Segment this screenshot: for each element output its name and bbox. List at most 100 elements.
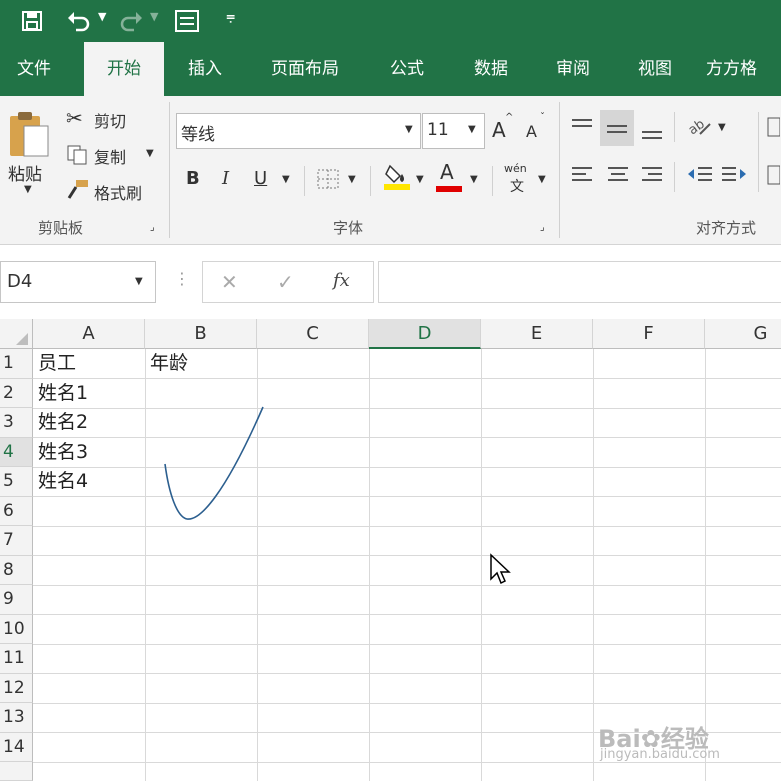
column-header-f[interactable]: F xyxy=(593,319,705,349)
align-middle-button[interactable] xyxy=(600,110,634,146)
insert-function-icon[interactable]: fx xyxy=(333,270,350,291)
column-header-e[interactable]: E xyxy=(481,319,593,349)
orientation-dropdown-icon[interactable]: ▼ xyxy=(718,122,726,133)
tab-insert[interactable]: 插入 xyxy=(172,42,238,96)
tab-review[interactable]: 审阅 xyxy=(540,42,606,96)
font-launcher-icon[interactable]: ⌟ xyxy=(540,222,545,233)
border-dropdown-icon[interactable]: ▼ xyxy=(348,174,356,185)
cancel-icon[interactable]: ✕ xyxy=(221,270,238,294)
italic-button[interactable]: I xyxy=(222,168,229,189)
font-name-select[interactable]: 等线 ▼ xyxy=(176,113,421,149)
name-box[interactable]: D4 ▼ xyxy=(0,261,156,303)
column-header-g[interactable]: G xyxy=(705,319,781,349)
shrink-font-icon[interactable]: A xyxy=(526,122,537,141)
font-name-value: 等线 xyxy=(181,125,215,145)
paste-icon[interactable] xyxy=(8,108,52,160)
font-size-select[interactable]: 11 ▼ xyxy=(422,113,485,149)
phonetic-top-text[interactable]: wén xyxy=(504,162,527,175)
cell-a1[interactable]: 员工 xyxy=(38,349,76,378)
cell-a5[interactable]: 姓名4 xyxy=(38,467,88,496)
row-header-1[interactable]: 1 xyxy=(0,349,33,379)
tab-file[interactable]: 文件 xyxy=(0,42,68,96)
cell-a3[interactable]: 姓名2 xyxy=(38,408,88,437)
row-header-14[interactable]: 14 xyxy=(0,732,33,762)
align-bottom-icon[interactable] xyxy=(640,120,664,142)
fill-color-dropdown-icon[interactable]: ▼ xyxy=(416,174,424,185)
column-header-d[interactable]: D xyxy=(369,319,481,349)
grow-font-arrow: ^ xyxy=(505,112,514,123)
row-header-6[interactable]: 6 xyxy=(0,496,33,526)
align-left-icon[interactable] xyxy=(570,164,594,186)
font-size-dropdown-icon[interactable]: ▼ xyxy=(468,124,476,135)
align-center-icon[interactable] xyxy=(606,164,630,186)
decrease-indent-icon[interactable] xyxy=(686,164,714,186)
clipboard-launcher-icon[interactable]: ⌟ xyxy=(150,222,155,233)
fill-color-icon[interactable] xyxy=(384,162,410,190)
row-header-4[interactable]: 4 xyxy=(0,437,33,467)
row-header-12[interactable]: 12 xyxy=(0,673,33,703)
copy-button[interactable]: 复制 xyxy=(94,144,126,168)
cell-a2[interactable]: 姓名1 xyxy=(38,379,88,408)
row-header-2[interactable]: 2 xyxy=(0,378,33,408)
orientation-icon[interactable]: ab xyxy=(686,112,714,140)
row-header-8[interactable]: 8 xyxy=(0,555,33,585)
row-header-13[interactable]: 13 xyxy=(0,703,33,733)
cell-b1[interactable]: 年龄 xyxy=(150,349,188,378)
column-header-b[interactable]: B xyxy=(145,319,257,349)
align-top-icon[interactable] xyxy=(570,116,594,138)
paste-label[interactable]: 粘贴 xyxy=(8,160,42,185)
phonetic-dropdown-icon[interactable]: ▼ xyxy=(538,174,546,185)
align-right-icon[interactable] xyxy=(640,164,664,186)
cut-button[interactable]: 剪切 xyxy=(94,108,126,132)
font-color-dropdown-icon[interactable]: ▼ xyxy=(470,174,478,185)
tab-data[interactable]: 数据 xyxy=(458,42,524,96)
select-all-button[interactable] xyxy=(0,319,33,349)
phonetic-bottom-text[interactable]: 文 xyxy=(510,176,524,196)
row-header-9[interactable]: 9 xyxy=(0,585,33,615)
row-header-5[interactable]: 5 xyxy=(0,467,33,497)
tab-page-layout[interactable]: 页面布局 xyxy=(256,42,354,96)
formula-bar-grip-icon[interactable]: ⋮ xyxy=(174,269,190,288)
font-name-dropdown-icon[interactable]: ▼ xyxy=(405,124,413,135)
scissors-icon[interactable]: ✂ xyxy=(66,106,83,130)
paste-dropdown-icon[interactable]: ▼ xyxy=(24,184,32,195)
redo-dropdown-icon[interactable]: ▼ xyxy=(150,10,158,23)
increase-indent-icon[interactable] xyxy=(720,164,748,186)
border-icon[interactable] xyxy=(316,168,340,190)
wrap-text-icon[interactable] xyxy=(766,116,780,138)
redo-icon[interactable] xyxy=(118,8,144,34)
form-icon[interactable] xyxy=(174,9,200,33)
cell-a4[interactable]: 姓名3 xyxy=(38,438,88,467)
save-icon[interactable] xyxy=(20,9,44,33)
format-painter-icon[interactable] xyxy=(66,178,90,200)
bold-button[interactable]: B xyxy=(186,168,200,189)
row-header-15[interactable] xyxy=(0,762,33,781)
underline-button[interactable]: U xyxy=(254,168,267,189)
row-header-11[interactable]: 11 xyxy=(0,644,33,674)
row-header-3[interactable]: 3 xyxy=(0,408,33,438)
underline-dropdown-icon[interactable]: ▼ xyxy=(282,174,290,185)
format-painter-button[interactable]: 格式刷 xyxy=(94,180,142,204)
name-box-dropdown-icon[interactable]: ▼ xyxy=(135,276,143,287)
tab-home[interactable]: 开始 xyxy=(84,42,164,96)
tab-view[interactable]: 视图 xyxy=(622,42,688,96)
enter-icon[interactable]: ✓ xyxy=(277,270,294,294)
copy-dropdown-icon[interactable]: ▼ xyxy=(146,148,154,159)
tab-addin[interactable]: 方方格 xyxy=(706,42,781,96)
column-header-c[interactable]: C xyxy=(257,319,369,349)
column-header-a[interactable]: A xyxy=(33,319,145,349)
formula-input[interactable] xyxy=(378,261,781,303)
customize-icon[interactable]: ⩦ xyxy=(226,6,235,26)
tab-formulas[interactable]: 公式 xyxy=(374,42,440,96)
formula-controls: ✕ ✓ fx xyxy=(202,261,374,303)
row-header-10[interactable]: 10 xyxy=(0,614,33,644)
alignment-group-label: 对齐方式 xyxy=(696,219,757,237)
undo-dropdown-icon[interactable]: ▼ xyxy=(98,10,106,23)
row-header-7[interactable]: 7 xyxy=(0,526,33,556)
worksheet-grid[interactable]: A B C D E F G 1 2 3 4 5 6 7 8 9 10 11 12… xyxy=(0,319,781,781)
grow-font-icon[interactable]: A xyxy=(492,118,506,142)
merge-center-icon[interactable] xyxy=(766,164,780,186)
undo-icon[interactable] xyxy=(66,8,92,34)
copy-icon[interactable] xyxy=(66,144,88,166)
font-color-icon[interactable]: A xyxy=(440,160,454,184)
